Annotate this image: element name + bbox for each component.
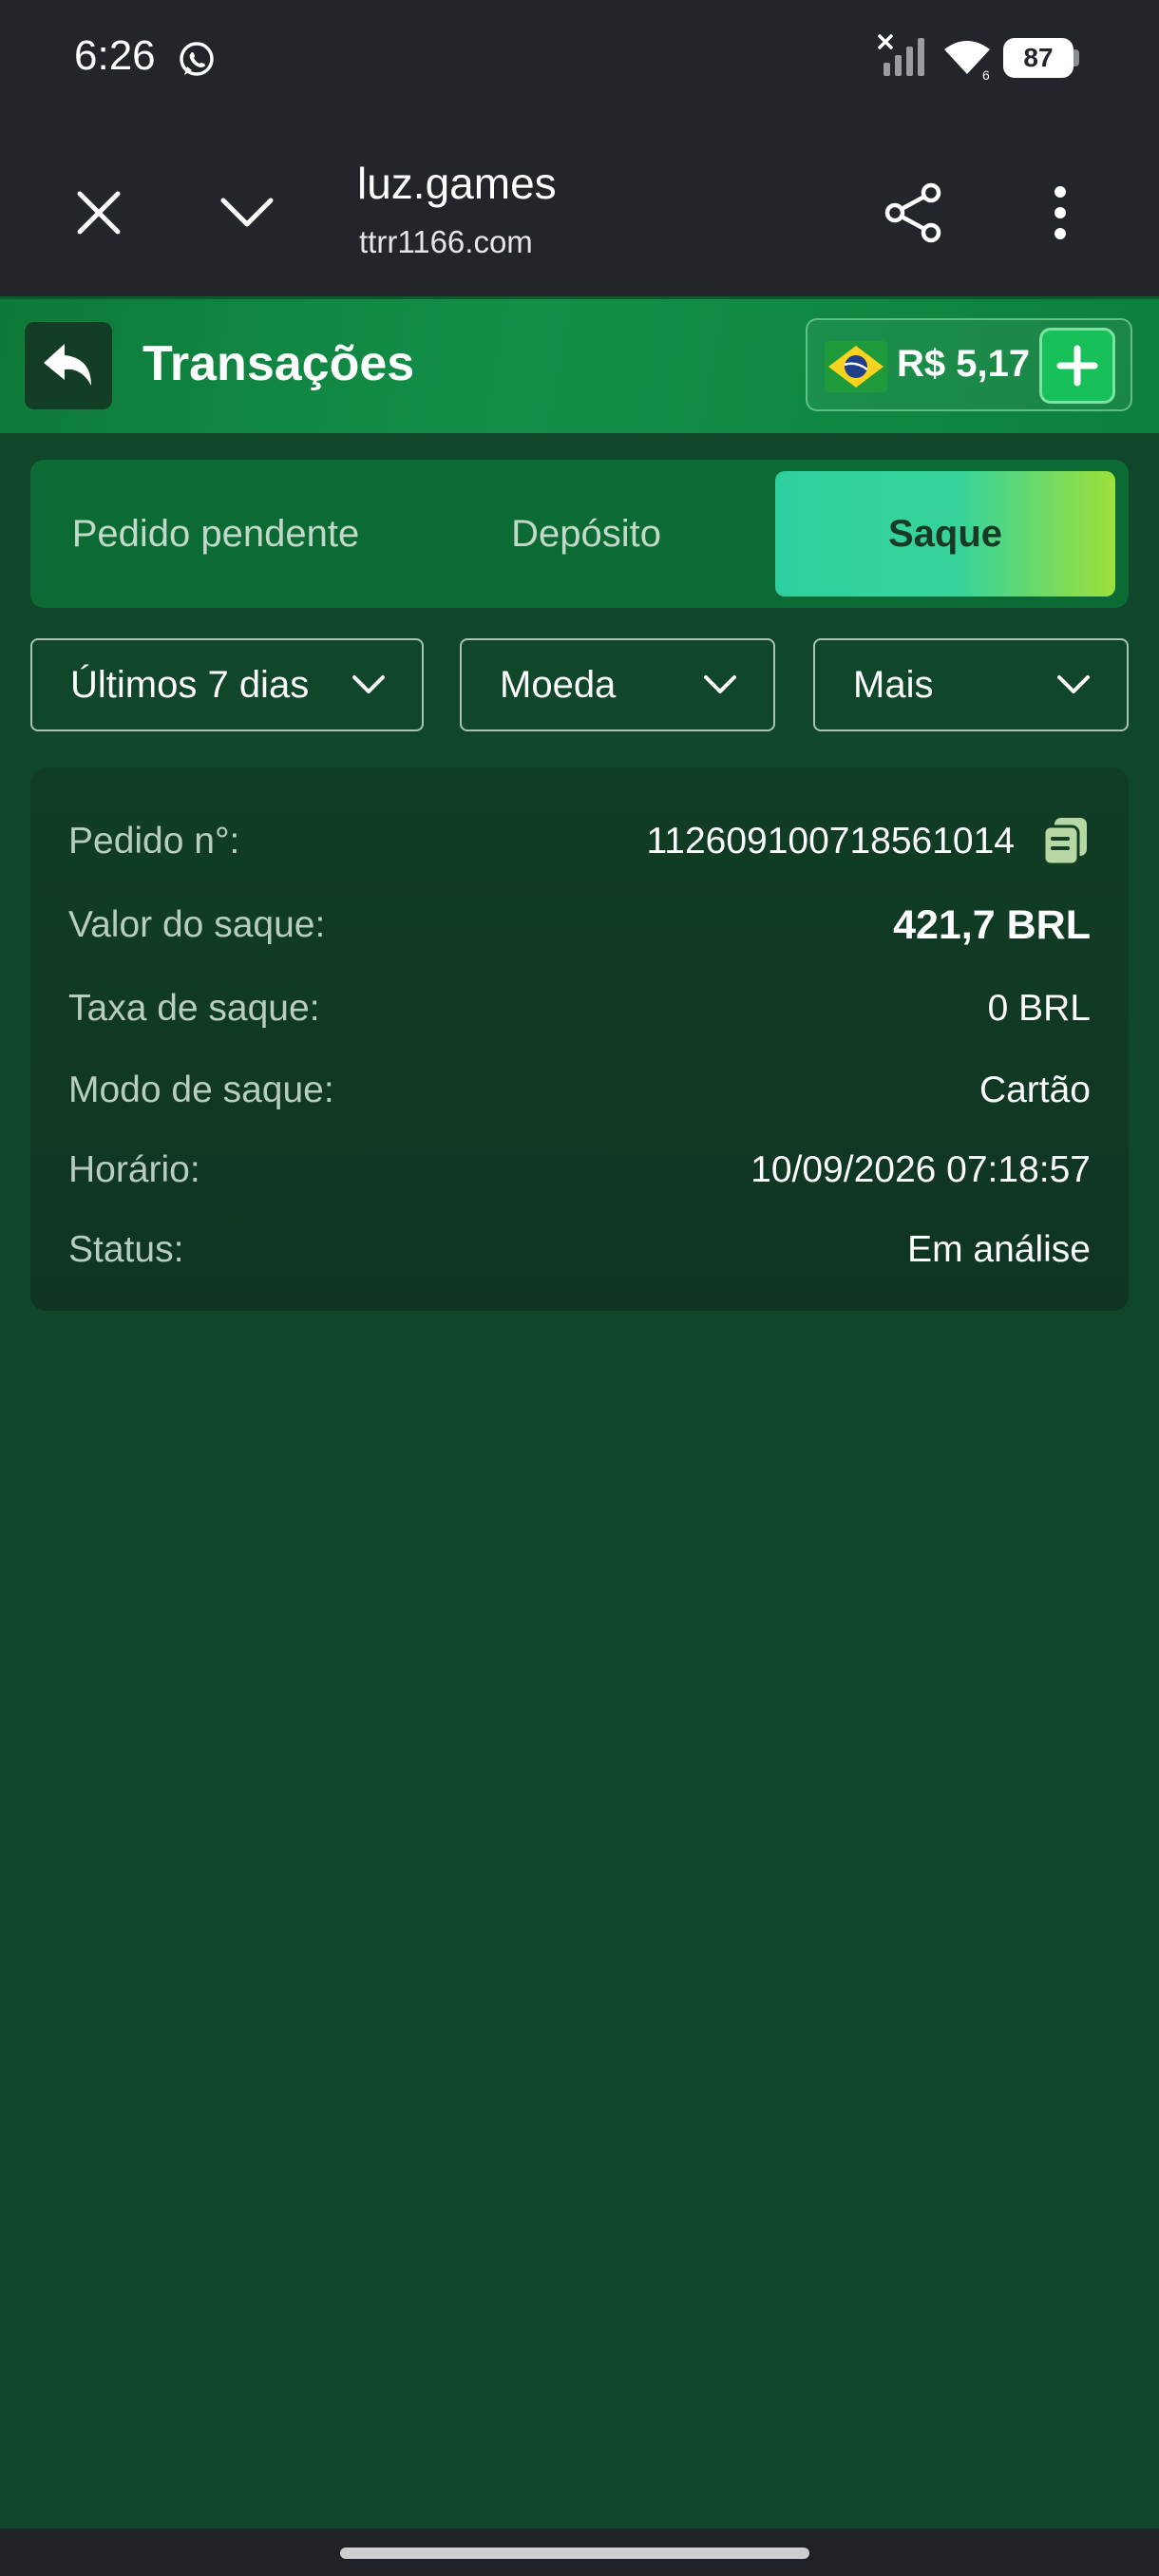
chevron-down-icon xyxy=(352,675,385,693)
status-label: Status: xyxy=(68,1229,184,1270)
tab-pending-order[interactable]: Pedido pendente xyxy=(30,471,401,597)
whatsapp-icon xyxy=(180,42,214,76)
order-number-value-group: 112609100718561014 xyxy=(646,816,1091,867)
date-range-dropdown[interactable]: Últimos 7 dias xyxy=(30,638,424,731)
app-header: Transações R$ 5,17 xyxy=(0,296,1159,433)
time-label: Horário: xyxy=(68,1149,200,1190)
more-filters-dropdown[interactable]: Mais xyxy=(813,638,1129,731)
wifi-icon: 6 xyxy=(944,41,990,82)
site-url: ttrr1166.com xyxy=(359,224,533,259)
collapse-button[interactable] xyxy=(205,171,289,255)
reply-arrow-icon xyxy=(44,344,91,386)
more-vertical-icon xyxy=(1054,186,1066,239)
chevron-down-icon xyxy=(704,675,736,693)
battery-icon: 87 xyxy=(1003,38,1074,78)
currency-value: Moeda xyxy=(500,663,617,706)
close-icon xyxy=(77,191,121,235)
share-button[interactable] xyxy=(870,169,958,256)
transaction-tabs: Pedido pendente Depósito Saque xyxy=(30,460,1129,608)
copy-icon[interactable] xyxy=(1041,816,1091,867)
transaction-card: Pedido n°: 112609100718561014 Valor do s… xyxy=(30,767,1129,1311)
balance-widget: R$ 5,17 xyxy=(806,318,1132,411)
status-row: Status: Em análise xyxy=(68,1222,1091,1279)
add-funds-button[interactable] xyxy=(1039,328,1115,404)
status-value: Em análise xyxy=(907,1229,1091,1270)
withdraw-amount-label: Valor do saque: xyxy=(68,904,326,945)
balance-amount: R$ 5,17 xyxy=(897,343,1031,385)
plus-icon xyxy=(1056,345,1098,387)
order-number-row: Pedido n°: 112609100718561014 xyxy=(68,813,1091,870)
withdraw-mode-value: Cartão xyxy=(978,1070,1091,1110)
tab-withdraw[interactable]: Saque xyxy=(775,471,1115,597)
chevron-down-icon xyxy=(220,198,274,227)
chevron-down-icon xyxy=(1057,675,1090,693)
withdraw-amount-value: 421,7 BRL xyxy=(893,901,1091,948)
close-button[interactable] xyxy=(57,171,141,255)
share-icon xyxy=(884,182,941,243)
battery-tip xyxy=(1074,49,1079,66)
system-nav-bar xyxy=(0,2529,1159,2576)
back-button[interactable] xyxy=(25,322,112,409)
order-number-value: 112609100718561014 xyxy=(646,821,1015,862)
more-button[interactable] xyxy=(1016,169,1104,256)
date-range-value: Últimos 7 dias xyxy=(70,663,310,706)
withdraw-amount-row: Valor do saque: 421,7 BRL xyxy=(68,897,1091,954)
withdraw-mode-row: Modo de saque: Cartão xyxy=(68,1062,1091,1119)
more-filters-value: Mais xyxy=(853,663,934,706)
browser-toolbar: luz.games ttrr1166.com xyxy=(0,123,1159,296)
withdraw-fee-label: Taxa de saque: xyxy=(68,988,320,1029)
signal-muted-icon xyxy=(878,34,924,76)
status-time: 6:26 xyxy=(74,32,156,79)
battery-level: 87 xyxy=(1023,43,1054,72)
tab-deposit[interactable]: Depósito xyxy=(401,471,771,597)
site-title: luz.games xyxy=(357,159,557,208)
withdraw-fee-row: Taxa de saque: 0 BRL xyxy=(68,980,1091,1037)
withdraw-mode-label: Modo de saque: xyxy=(68,1070,334,1110)
status-bar: 6:26 6 87 xyxy=(0,0,1159,123)
brazil-flag-icon xyxy=(825,341,887,392)
order-number-label: Pedido n°: xyxy=(68,821,240,862)
time-row: Horário: 10/09/2026 07:18:57 xyxy=(68,1142,1091,1199)
svg-text:6: 6 xyxy=(982,67,990,82)
withdraw-fee-value: 0 BRL xyxy=(987,988,1091,1029)
time-value: 10/09/2026 07:18:57 xyxy=(750,1149,1091,1190)
currency-dropdown[interactable]: Moeda xyxy=(460,638,775,731)
page-title: Transações xyxy=(142,336,415,391)
home-indicator[interactable] xyxy=(340,2548,809,2559)
